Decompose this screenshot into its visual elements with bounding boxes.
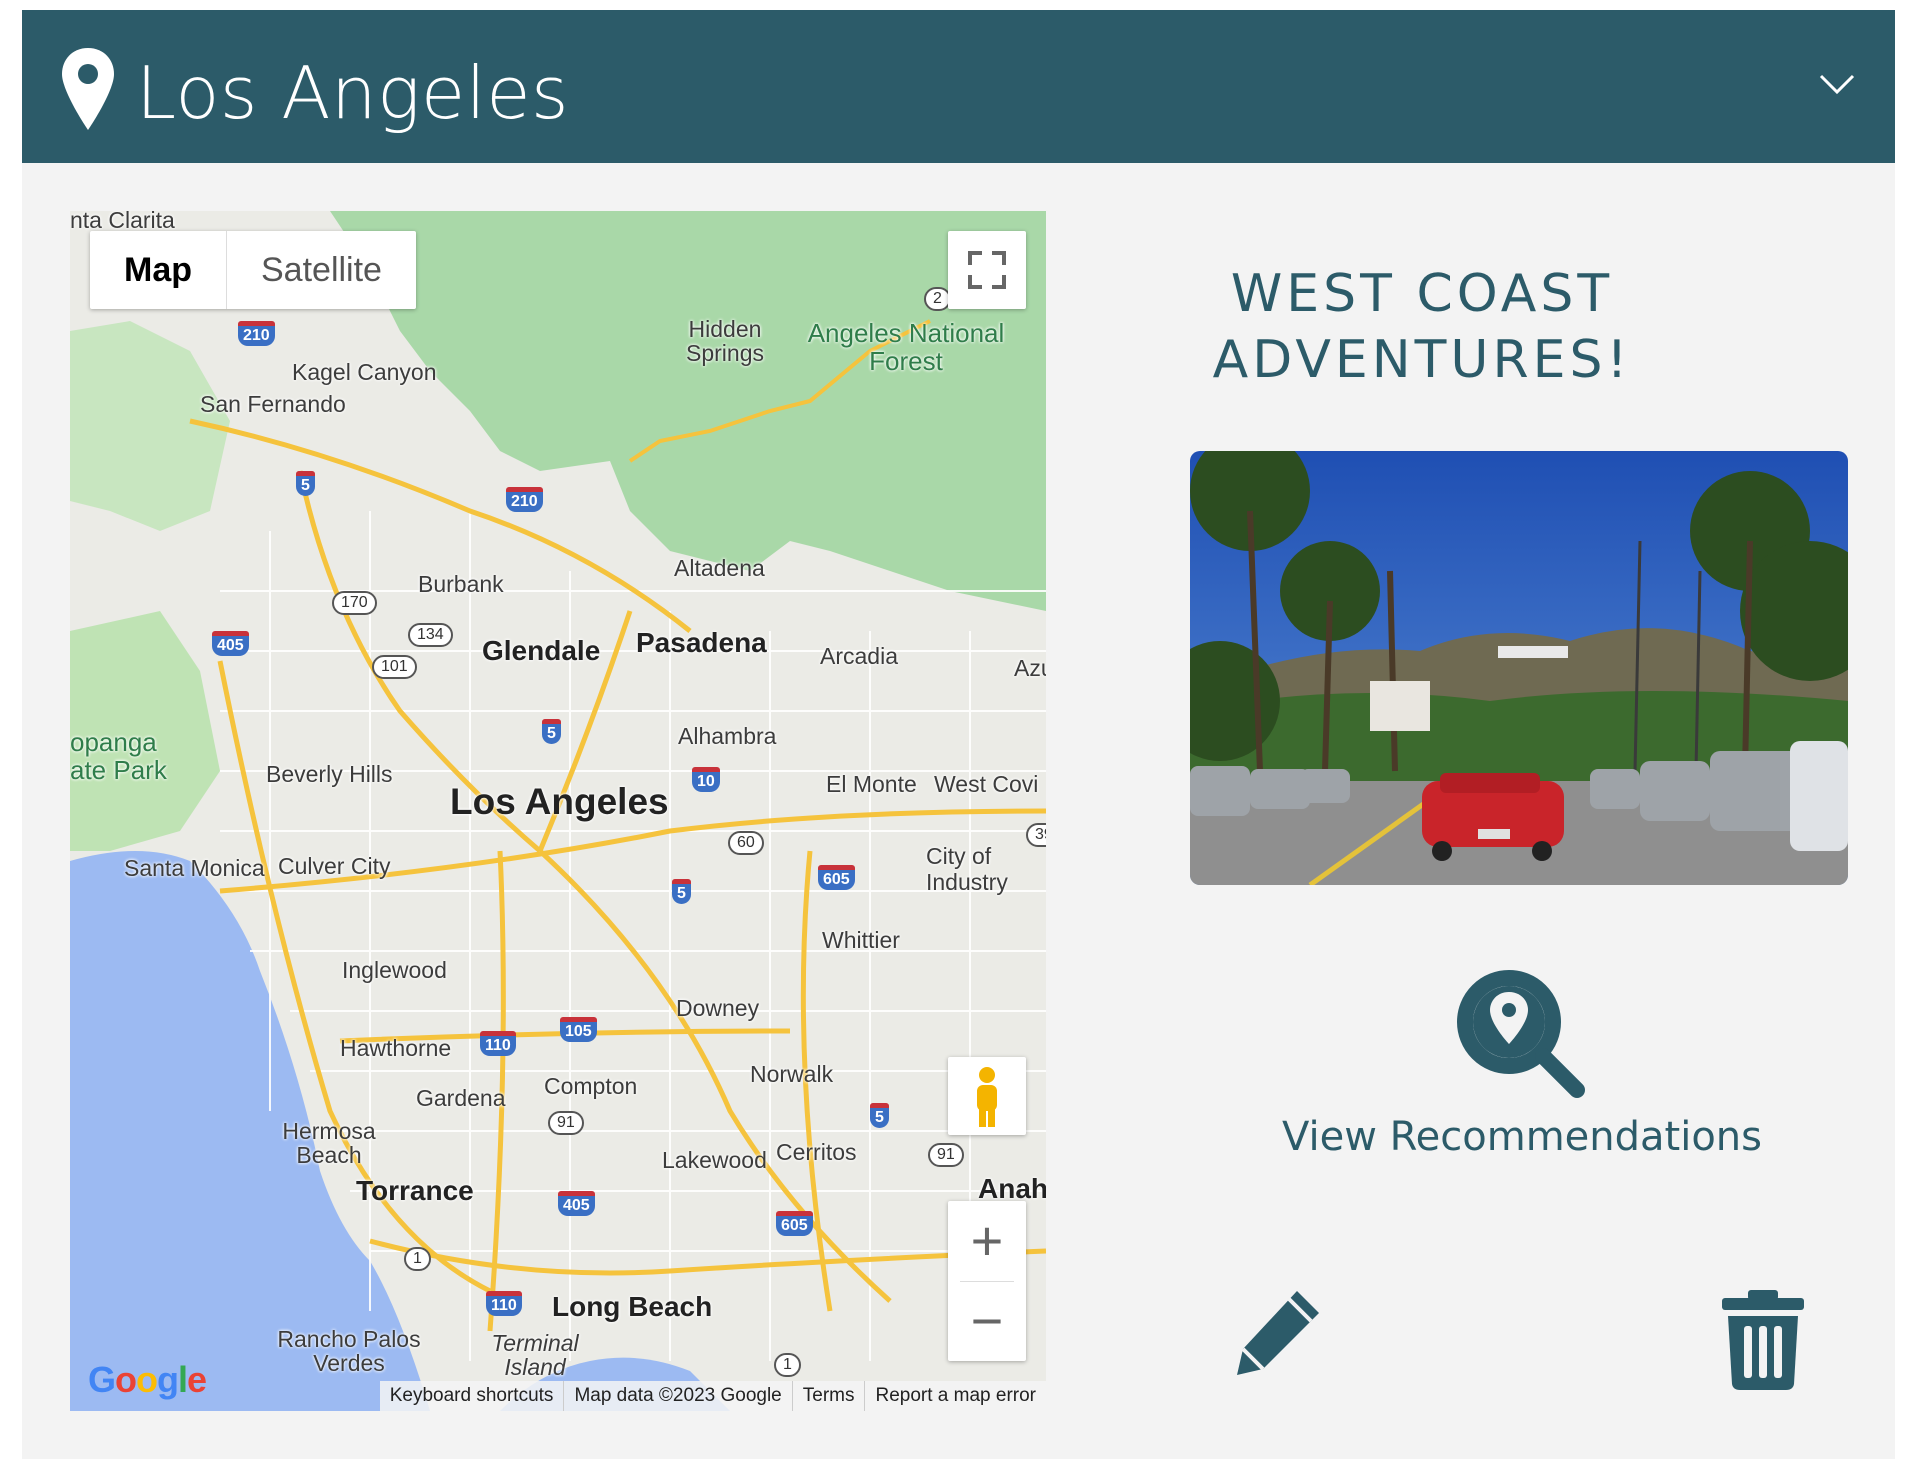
- map-label: Azu: [1014, 655, 1046, 681]
- route-marker: 60: [728, 831, 764, 855]
- map-pin-icon: [62, 48, 114, 130]
- map-attribution: Keyboard shortcuts Map data ©2023 Google…: [379, 1381, 1046, 1411]
- map-data-credit: Map data ©2023 Google: [563, 1381, 791, 1411]
- interstate-shield: 210: [238, 321, 275, 346]
- interstate-shield: 405: [212, 631, 249, 656]
- map-label: Santa Monica: [124, 855, 265, 881]
- map-label: opanga: [70, 727, 157, 757]
- map-label: Whittier: [822, 927, 900, 953]
- interstate-shield: 5: [542, 719, 561, 744]
- map-type-control: Map Satellite: [90, 231, 416, 309]
- map-label: Hidden Springs: [686, 316, 764, 366]
- map-label: Hermosa Beach: [282, 1118, 376, 1168]
- map-label: ate Park: [70, 755, 167, 785]
- map-label: Hawthorne: [340, 1035, 452, 1061]
- map-label: Rancho Palos Verdes: [277, 1326, 421, 1376]
- map-label: San Fernando: [200, 391, 346, 417]
- interstate-shield: 605: [776, 1211, 813, 1236]
- route-marker: 39: [1026, 823, 1046, 847]
- route-marker: 134: [408, 623, 453, 647]
- trash-icon: [1722, 1290, 1804, 1390]
- edit-button[interactable]: [1227, 1283, 1327, 1383]
- destination-photo: [1190, 451, 1848, 885]
- interstate-shield: 5: [870, 1103, 889, 1128]
- google-logo[interactable]: Google: [88, 1359, 207, 1401]
- map-label: Inglewood: [342, 957, 447, 983]
- map-label: Culver City: [278, 853, 391, 879]
- zoom-control: + −: [948, 1201, 1026, 1361]
- map-label: Alhambra: [678, 723, 777, 749]
- street-view-pegman-icon: [977, 1067, 997, 1127]
- map-label: Los Angeles: [450, 781, 669, 822]
- map-type-map-button[interactable]: Map: [90, 231, 227, 309]
- map-label: Arcadia: [820, 643, 898, 669]
- map-label: Compton: [544, 1073, 638, 1099]
- map-label: Lakewood: [662, 1147, 767, 1173]
- google-map[interactable]: nta Clarita Hidden Springs Angeles Natio…: [70, 211, 1046, 1411]
- zoom-out-button[interactable]: −: [948, 1281, 1026, 1361]
- map-label: Cerritos: [776, 1139, 857, 1165]
- street-view-button[interactable]: [948, 1057, 1026, 1135]
- map-label: El Monte: [826, 771, 917, 797]
- map-label: Altadena: [674, 555, 765, 581]
- map-label: Angeles National Forest: [807, 318, 1005, 376]
- report-map-error-link[interactable]: Report a map error: [864, 1381, 1046, 1411]
- terms-link[interactable]: Terms: [791, 1381, 865, 1411]
- map-label: Downey: [676, 995, 760, 1021]
- interstate-shield: 5: [296, 471, 315, 496]
- map-label: Terminal Island: [491, 1330, 579, 1380]
- map-label: Long Beach: [552, 1291, 713, 1322]
- interstate-shield: 605: [818, 865, 855, 890]
- map-label: Burbank: [418, 571, 504, 597]
- interstate-shield: 110: [486, 1291, 522, 1316]
- route-marker: 2: [924, 287, 951, 311]
- chevron-down-icon[interactable]: [1819, 72, 1855, 96]
- map-label: Kagel Canyon: [292, 359, 437, 385]
- interstate-shield: 5: [672, 879, 691, 904]
- view-recommendations-button[interactable]: View Recommendations: [1122, 970, 1914, 1160]
- route-marker: 1: [774, 1353, 801, 1377]
- map-label: Glendale: [482, 635, 601, 666]
- map-label: Gardena: [416, 1085, 506, 1111]
- map-label: Pasadena: [636, 627, 767, 658]
- trip-headline: WEST COAST ADVENTURES!: [1212, 264, 1632, 390]
- zoom-in-button[interactable]: +: [948, 1201, 1026, 1281]
- route-marker: 170: [332, 591, 377, 615]
- route-marker: 91: [928, 1143, 964, 1167]
- interstate-shield: 210: [506, 487, 543, 512]
- map-label: Torrance: [356, 1175, 474, 1206]
- route-marker: 1: [404, 1247, 431, 1271]
- delete-button[interactable]: [1720, 1290, 1806, 1390]
- interstate-shield: 10: [692, 767, 720, 792]
- interstate-shield: 405: [558, 1191, 595, 1216]
- destination-header[interactable]: Los Angeles: [22, 10, 1895, 163]
- interstate-shield: 110: [480, 1031, 516, 1056]
- map-type-satellite-button[interactable]: Satellite: [227, 231, 416, 309]
- map-label: Norwalk: [750, 1061, 834, 1087]
- fullscreen-icon: [968, 251, 1006, 289]
- pencil-icon: [1237, 1291, 1319, 1375]
- search-location-icon: [1457, 970, 1585, 1098]
- fullscreen-button[interactable]: [948, 231, 1026, 309]
- destination-title: Los Angeles: [136, 51, 569, 135]
- route-marker: 91: [548, 1111, 584, 1135]
- map-label: City of Industry: [926, 843, 1008, 895]
- view-recommendations-label: View Recommendations: [1282, 1114, 1762, 1160]
- map-label: West Covi: [934, 771, 1039, 797]
- route-marker: 101: [372, 655, 417, 679]
- keyboard-shortcuts-link[interactable]: Keyboard shortcuts: [380, 1381, 564, 1411]
- map-label: Beverly Hills: [266, 761, 393, 787]
- interstate-shield: 105: [560, 1017, 597, 1042]
- destination-body: nta Clarita Hidden Springs Angeles Natio…: [22, 163, 1895, 1459]
